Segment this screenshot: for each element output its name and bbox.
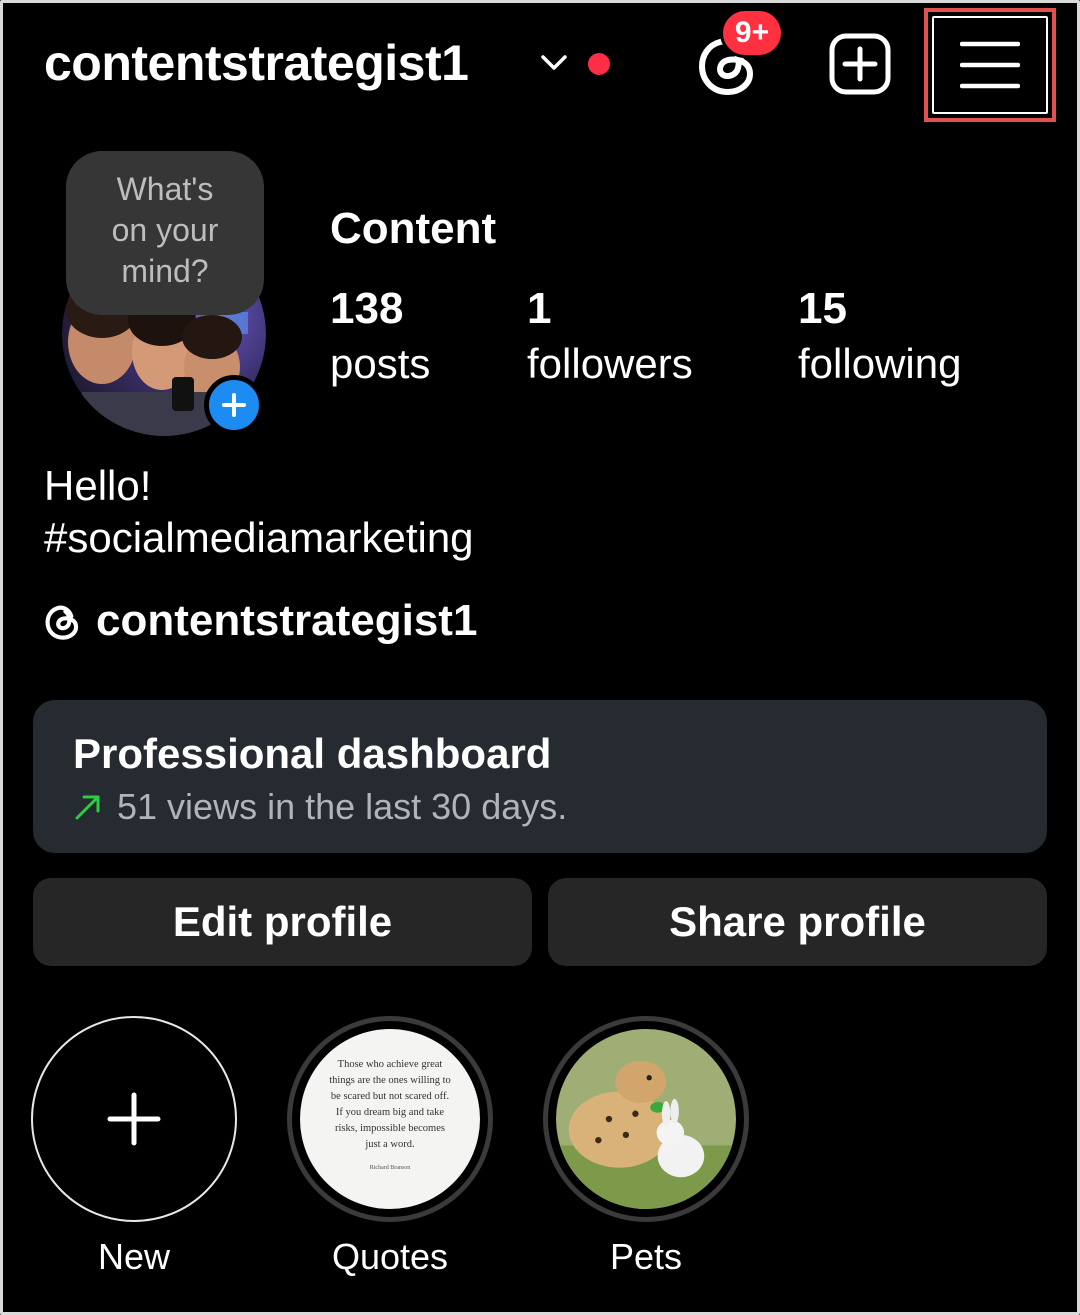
highlight-pets-circle xyxy=(543,1016,749,1222)
threads-profile-link[interactable]: contentstrategist1 xyxy=(44,596,477,646)
note-line: mind? xyxy=(121,253,209,289)
highlight-quotes-cover: Those who achieve great things are the o… xyxy=(300,1029,480,1209)
share-profile-button[interactable]: Share profile xyxy=(548,878,1047,966)
quote-card: Those who achieve great things are the o… xyxy=(300,1029,480,1209)
following-count: 15 xyxy=(798,284,847,333)
posts-count: 138 xyxy=(330,284,404,333)
note-line: on your xyxy=(111,212,219,248)
dashboard-views-text: 51 views in the last 30 days. xyxy=(117,786,568,827)
professional-dashboard-card[interactable]: Professional dashboard 51 views in the l… xyxy=(33,700,1047,853)
posts-stat[interactable]: 138 posts xyxy=(330,284,430,394)
quote-line: be scared but not scared off. xyxy=(330,1091,450,1102)
highlight-new-circle xyxy=(31,1016,237,1222)
threads-icon xyxy=(45,605,79,640)
highlight-quotes-circle: Those who achieve great things are the o… xyxy=(287,1016,493,1222)
quote-line: risks, impossible becomes xyxy=(335,1123,445,1134)
followers-label: followers xyxy=(527,340,693,387)
menu-button[interactable] xyxy=(924,8,1056,122)
bio-hashtag[interactable]: #socialmediamarketing xyxy=(44,512,474,564)
edit-profile-button[interactable]: Edit profile xyxy=(33,878,532,966)
chevron-down-icon[interactable] xyxy=(538,50,570,74)
highlight-label: Quotes xyxy=(331,1236,449,1277)
quote-author: Richard Branson xyxy=(369,1165,411,1171)
profile-name: Content xyxy=(330,204,497,253)
note-line: What's xyxy=(116,171,214,207)
following-label: following xyxy=(798,340,962,387)
profile-bio: Hello! #socialmediamarketing xyxy=(44,460,474,564)
highlight-label: Pets xyxy=(609,1236,683,1277)
create-post-icon[interactable] xyxy=(828,32,892,96)
posts-label: posts xyxy=(330,340,431,387)
plus-icon xyxy=(222,393,246,417)
add-story-button[interactable] xyxy=(204,375,264,435)
note-bubble[interactable]: What's on your mind? xyxy=(66,151,264,315)
dashboard-subtitle: 51 views in the last 30 days. xyxy=(73,786,567,828)
quote-line: just a word. xyxy=(365,1139,415,1150)
followers-stat[interactable]: 1 followers xyxy=(527,284,693,394)
quote-line: If you dream big and take xyxy=(335,1107,445,1118)
quote-line: things are the ones willing to xyxy=(329,1075,451,1086)
dashboard-title: Professional dashboard xyxy=(73,730,552,777)
quote-line: Those who achieve great xyxy=(337,1059,443,1070)
highlight-new[interactable]: New xyxy=(31,1016,237,1278)
highlight-label: New xyxy=(97,1236,171,1277)
pets-cover-photo xyxy=(556,1029,736,1209)
username-title[interactable]: contentstrategist1 xyxy=(44,34,469,92)
unread-dot xyxy=(588,53,610,75)
trend-up-arrow-icon xyxy=(75,795,100,820)
notification-badge: 9+ xyxy=(720,8,784,58)
bio-line: Hello! xyxy=(44,462,152,509)
hamburger-menu-icon xyxy=(960,41,1020,89)
followers-count: 1 xyxy=(527,284,552,333)
plus-icon xyxy=(107,1092,161,1146)
threads-handle: contentstrategist1 xyxy=(96,596,478,645)
following-stat[interactable]: 15 following xyxy=(798,284,961,394)
highlight-quotes[interactable]: Those who achieve great things are the o… xyxy=(287,1016,493,1278)
highlight-pets[interactable]: Pets xyxy=(543,1016,749,1278)
